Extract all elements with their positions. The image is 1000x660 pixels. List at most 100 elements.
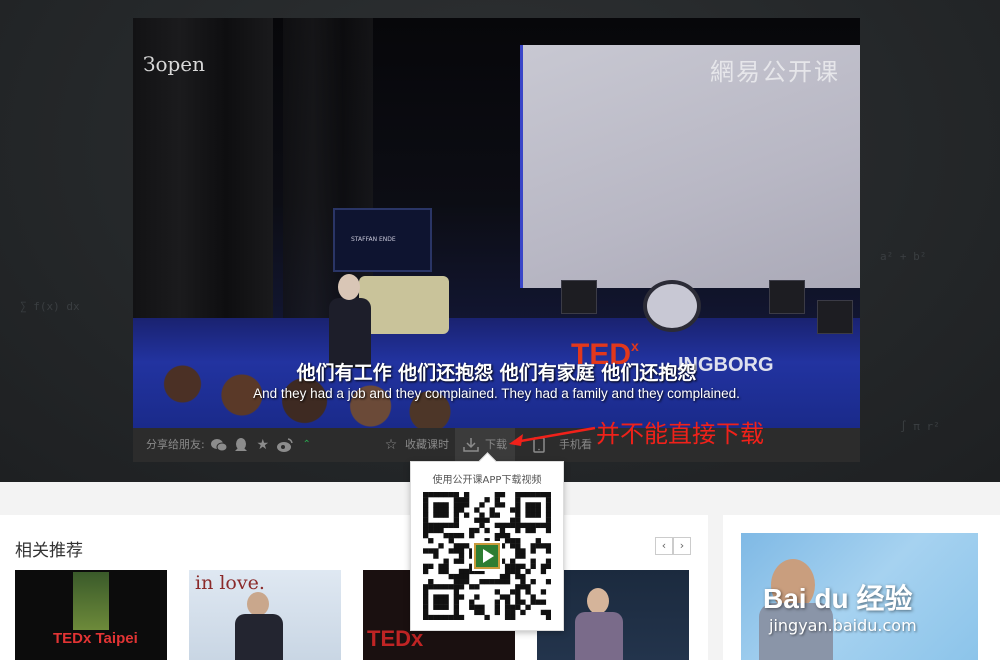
side-ad-panel: Bai du 经验 jingyan.baidu.com xyxy=(723,515,1000,660)
qr-module xyxy=(489,507,495,513)
qr-module xyxy=(479,609,485,616)
qr-module xyxy=(428,614,434,620)
qr-module xyxy=(423,527,429,534)
stage-amp xyxy=(817,300,853,334)
qr-module xyxy=(453,609,460,616)
qr-module xyxy=(469,527,475,534)
qr-module xyxy=(453,522,460,529)
qr-module xyxy=(530,563,536,569)
related-thumb[interactable]: TEDx Taipei xyxy=(15,570,167,660)
next-button[interactable]: › xyxy=(673,537,691,555)
subtitle-english: And they had a job and they complained. … xyxy=(253,386,740,401)
qr-module xyxy=(510,517,516,523)
related-thumb[interactable]: in love. xyxy=(189,570,341,660)
qr-module xyxy=(530,558,536,564)
qr-module xyxy=(443,522,449,529)
qr-module xyxy=(530,522,536,529)
qr-module xyxy=(510,614,516,620)
qr-module xyxy=(499,527,506,534)
video-frame[interactable]: 網易公开课 Зopen STAFFAN ENDE TEDx INGBORG 他们… xyxy=(133,18,860,428)
qr-module xyxy=(458,532,465,539)
side-ad-banner[interactable]: Bai du 经验 jingyan.baidu.com xyxy=(741,533,978,660)
qr-module xyxy=(484,517,490,523)
qr-module xyxy=(504,594,511,600)
qr-module xyxy=(428,527,434,534)
favorite-button[interactable]: ☆ 收藏课时 xyxy=(379,428,453,462)
qr-module xyxy=(443,568,449,575)
qr-module xyxy=(499,573,506,580)
qr-module xyxy=(453,512,460,518)
qr-module xyxy=(453,614,460,620)
qr-module xyxy=(545,497,551,503)
qr-module xyxy=(510,507,516,513)
stage-tv: STAFFAN ENDE xyxy=(333,208,432,272)
qr-module xyxy=(520,599,526,605)
prev-button[interactable]: ‹ xyxy=(655,537,673,555)
qr-module xyxy=(510,538,516,544)
qr-code[interactable] xyxy=(423,492,551,620)
qr-module xyxy=(458,579,465,585)
weibo-icon[interactable] xyxy=(276,437,293,453)
qr-module xyxy=(545,609,551,616)
related-title: 相关推荐 xyxy=(15,541,83,561)
qr-module xyxy=(535,492,541,498)
qr-module xyxy=(540,492,547,498)
qr-module xyxy=(448,548,454,554)
qr-module xyxy=(453,517,460,523)
qr-module xyxy=(438,522,444,529)
qr-module xyxy=(443,558,449,564)
stage-curtain xyxy=(283,18,373,318)
qr-module xyxy=(458,548,465,554)
qr-module xyxy=(494,604,500,610)
qr-module xyxy=(515,492,521,498)
qr-module xyxy=(428,522,434,529)
qr-module xyxy=(545,522,551,529)
qr-module xyxy=(458,558,465,564)
qr-module xyxy=(453,584,460,590)
qr-module xyxy=(504,522,511,529)
qr-module xyxy=(423,492,429,498)
qr-module xyxy=(494,609,500,616)
qr-module xyxy=(448,614,454,620)
qr-module xyxy=(494,579,500,585)
qr-module xyxy=(474,517,480,523)
qr-module xyxy=(453,543,460,549)
qr-module xyxy=(494,502,500,508)
qr-module xyxy=(423,507,429,513)
qr-module xyxy=(499,594,506,600)
qr-module xyxy=(458,568,465,575)
wechat-icon[interactable] xyxy=(210,437,227,453)
qr-module xyxy=(515,538,521,544)
qr-module xyxy=(423,522,429,529)
qr-module xyxy=(433,502,439,508)
qr-module xyxy=(443,512,449,518)
chevron-up-icon[interactable]: ⌃ xyxy=(299,437,315,453)
qr-module xyxy=(525,604,531,610)
qr-module xyxy=(499,579,506,585)
qr-module xyxy=(458,502,465,508)
qr-module xyxy=(504,532,511,539)
qr-module xyxy=(530,492,536,498)
qr-module xyxy=(504,614,511,620)
qr-module xyxy=(545,558,551,564)
qr-module xyxy=(545,614,551,620)
qr-module xyxy=(438,584,444,590)
qr-module xyxy=(428,548,434,554)
qr-module xyxy=(453,604,460,610)
qq-icon[interactable] xyxy=(233,437,249,453)
qr-module xyxy=(458,614,465,620)
qr-module xyxy=(423,497,429,503)
qr-module xyxy=(525,502,531,508)
qr-module xyxy=(448,492,454,498)
qr-module xyxy=(520,584,526,590)
star-icon[interactable]: ★ xyxy=(255,437,271,453)
qr-module xyxy=(448,522,454,529)
qr-module xyxy=(453,558,460,564)
qr-module xyxy=(463,568,470,575)
qr-module xyxy=(438,543,444,549)
qr-module xyxy=(510,609,516,616)
video-player[interactable]: 網易公开课 Зopen STAFFAN ENDE TEDx INGBORG 他们… xyxy=(133,18,860,462)
qr-module xyxy=(453,492,460,498)
thumb-person xyxy=(235,614,283,660)
qr-module xyxy=(453,507,460,513)
